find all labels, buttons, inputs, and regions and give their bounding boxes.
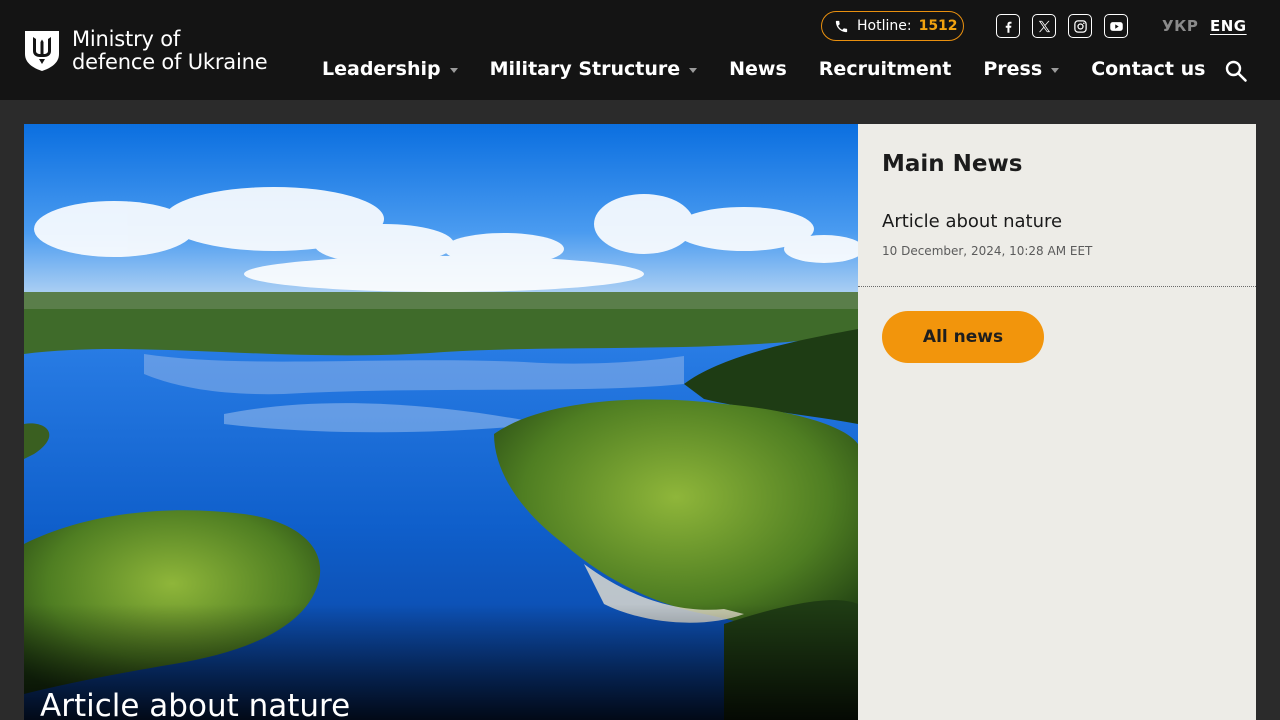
nav-label: Contact us bbox=[1091, 58, 1206, 80]
nav-label: Leadership bbox=[322, 58, 441, 80]
nav-label: News bbox=[729, 58, 787, 80]
nav-label: Press bbox=[983, 58, 1043, 80]
caret-down-icon bbox=[689, 67, 698, 73]
language-ukr-link[interactable]: УКР bbox=[1162, 17, 1198, 35]
logo-text: Ministry of defence of Ukraine bbox=[72, 27, 268, 74]
search-icon bbox=[1225, 60, 1247, 82]
hotline-label: Hotline: bbox=[857, 18, 912, 34]
main-navigation: Leadership Military Structure News Recru… bbox=[322, 58, 1205, 80]
all-news-button[interactable]: All news bbox=[882, 311, 1044, 363]
main-news-heading: Main News bbox=[882, 151, 1023, 177]
nav-label: Military Structure bbox=[489, 58, 681, 80]
nav-label: Recruitment bbox=[818, 58, 952, 80]
phone-icon bbox=[835, 20, 848, 32]
language-eng-link[interactable]: ENG bbox=[1210, 17, 1247, 35]
news-article-date: 10 December, 2024, 10:28 AM EET bbox=[882, 244, 1093, 258]
logo-line-1: Ministry of bbox=[72, 27, 181, 51]
nav-item-recruitment[interactable]: Recruitment bbox=[819, 58, 952, 80]
x-twitter-icon[interactable] bbox=[1032, 14, 1056, 38]
logo-line-2: defence of Ukraine bbox=[72, 50, 268, 74]
trident-shield-icon bbox=[25, 31, 59, 71]
site-header: Ministry of defence of Ukraine Hotline: … bbox=[0, 0, 1280, 100]
nav-item-leadership[interactable]: Leadership bbox=[322, 58, 458, 80]
caret-down-icon bbox=[449, 67, 458, 73]
youtube-icon[interactable] bbox=[1104, 14, 1128, 38]
divider bbox=[858, 286, 1256, 287]
hotline-number: 1512 bbox=[918, 18, 958, 34]
caret-down-icon bbox=[1051, 67, 1060, 73]
main-news-panel: Main News Article about nature 10 Decemb… bbox=[858, 124, 1256, 720]
hero-article-card[interactable]: Article about nature bbox=[24, 124, 858, 720]
instagram-icon[interactable] bbox=[1068, 14, 1092, 38]
nav-item-press[interactable]: Press bbox=[983, 58, 1060, 80]
site-logo[interactable]: Ministry of defence of Ukraine bbox=[24, 27, 268, 74]
nav-item-news[interactable]: News bbox=[729, 58, 787, 80]
nav-item-contact-us[interactable]: Contact us bbox=[1091, 58, 1205, 80]
nav-item-military-structure[interactable]: Military Structure bbox=[490, 58, 698, 80]
hero-article-title[interactable]: Article about nature bbox=[40, 688, 350, 720]
hero-lake-image bbox=[24, 124, 858, 720]
news-article-link[interactable]: Article about nature bbox=[882, 211, 1062, 232]
hotline-button[interactable]: Hotline: 1512 bbox=[821, 11, 964, 41]
facebook-icon[interactable] bbox=[996, 14, 1020, 38]
search-button[interactable] bbox=[1224, 59, 1248, 83]
